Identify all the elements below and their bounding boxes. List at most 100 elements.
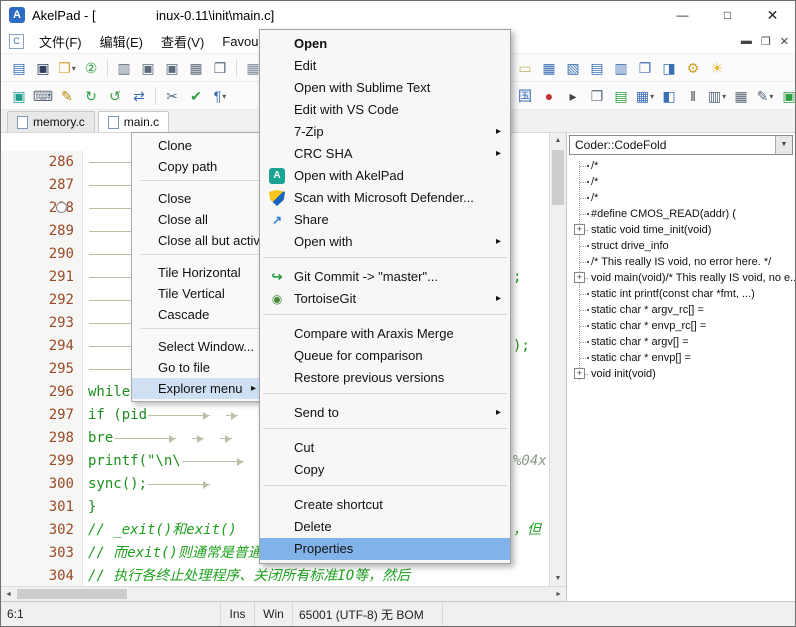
window-menu-item[interactable]: Close xyxy=(132,188,263,209)
explorer-menu-item[interactable]: CRC SHA ▸ xyxy=(260,143,510,165)
expand-plus-icon[interactable]: + xyxy=(574,272,585,283)
edit-table-icon[interactable]: ▧ xyxy=(561,56,585,80)
draw-icon[interactable]: ✎ ▾ xyxy=(753,84,777,108)
codefold-item[interactable]: struct drive_info xyxy=(567,238,795,254)
menu-item[interactable]: 编辑(E) xyxy=(91,29,152,53)
explorer-menu-item[interactable]: Open xyxy=(260,33,510,55)
expand-plus-icon[interactable]: + xyxy=(574,368,585,379)
explorer-menu-item[interactable]: Open with ▸ xyxy=(260,231,510,253)
play-macro-icon[interactable]: ▸ xyxy=(561,84,585,108)
codefold-item[interactable]: static char * argv_rc[] = xyxy=(567,302,795,318)
codefold-item[interactable]: /* xyxy=(567,158,795,174)
window-menu-item[interactable]: Tile Vertical xyxy=(132,283,263,304)
save-as-icon[interactable]: ▣ xyxy=(136,56,160,80)
document-tab[interactable]: memory.c xyxy=(7,111,95,132)
window-menu-item[interactable]: Close all but active xyxy=(132,230,263,251)
watch-refresh-icon[interactable]: ↻ xyxy=(79,84,103,108)
log-panel-icon[interactable]: ▤ xyxy=(609,84,633,108)
explorer-menu-item[interactable]: Delete xyxy=(260,516,510,538)
codefold-item[interactable]: static char * envp_rc[] = xyxy=(567,318,795,334)
codefold-item[interactable]: + void main(void)/* This really IS void,… xyxy=(567,270,795,286)
next-window-icon[interactable]: ◨ xyxy=(657,56,681,80)
window-menu-item[interactable]: Close all xyxy=(132,209,263,230)
open-folder-icon[interactable]: ❒ ▾ xyxy=(55,56,79,80)
fonts-icon[interactable]: ▭ xyxy=(513,56,537,80)
scroll-up-icon[interactable]: ▲ xyxy=(550,133,566,148)
save-copy-icon[interactable]: ▦ xyxy=(184,56,208,80)
print-icon[interactable]: ▥ xyxy=(112,56,136,80)
vertical-scrollbar[interactable]: ▲ ▼ xyxy=(549,133,566,586)
horizontal-scrollbar[interactable]: ◄ ► xyxy=(1,586,566,601)
explorer-menu-item[interactable]: Send to ▸ xyxy=(260,402,510,424)
document-tab[interactable]: main.c xyxy=(98,111,169,132)
explorer-menu-item[interactable]: Open with AkelPad xyxy=(260,165,510,187)
swap-icon[interactable]: ⇄ xyxy=(127,84,151,108)
window-menu-item[interactable]: Cascade xyxy=(132,304,263,325)
child-close-icon[interactable]: ✕ xyxy=(780,35,789,48)
codefold-item[interactable]: + static void time_init(void) xyxy=(567,222,795,238)
table-icon[interactable]: ▦ xyxy=(537,56,561,80)
paragraph-icon[interactable]: ¶ ▾ xyxy=(208,84,232,108)
dropdown-arrow-icon[interactable]: ▾ xyxy=(650,92,654,101)
record-macro-icon[interactable]: ● xyxy=(537,84,561,108)
explorer-panel-icon[interactable]: ◧ xyxy=(657,84,681,108)
plugins-icon[interactable]: ▣ xyxy=(7,84,31,108)
minimap-icon[interactable]: ▣ xyxy=(777,84,796,108)
encoding-icon[interactable]: 国 xyxy=(513,84,537,108)
highlight-pen-icon[interactable]: ✎ xyxy=(55,84,79,108)
window-menu-item[interactable]: Explorer menu ▸ xyxy=(132,378,263,399)
document-system-icon[interactable]: C xyxy=(9,34,24,49)
codefold-item[interactable]: /* xyxy=(567,174,795,190)
close-button[interactable]: ✕ xyxy=(750,1,795,29)
explorer-menu-item[interactable]: Scan with Microsoft Defender... xyxy=(260,187,510,209)
child-minimize-icon[interactable]: ▬ xyxy=(741,35,752,47)
explorer-menu-item[interactable]: Queue for comparison xyxy=(260,345,510,367)
explorer-menu-item[interactable]: Copy xyxy=(260,459,510,481)
explorer-menu-item[interactable]: Open with Sublime Text xyxy=(260,77,510,99)
dropdown-arrow-icon[interactable]: ▾ xyxy=(222,92,226,101)
tile-horizontal-icon[interactable]: ▤ xyxy=(585,56,609,80)
dropdown-arrow-icon[interactable]: ▾ xyxy=(72,64,76,73)
pause-icon[interactable]: ‖ xyxy=(681,84,705,108)
spellcheck-icon[interactable]: ✔ xyxy=(184,84,208,108)
scroll-right-icon[interactable]: ► xyxy=(555,587,562,601)
explorer-menu-item[interactable]: Edit with VS Code xyxy=(260,99,510,121)
explorer-menu-item[interactable]: Cut xyxy=(260,437,510,459)
codefold-item[interactable]: static char * argv[] = xyxy=(567,334,795,350)
horizontal-scroll-thumb[interactable] xyxy=(17,589,127,599)
explorer-menu-item[interactable]: 7-Zip ▸ xyxy=(260,121,510,143)
settings-gear-icon[interactable]: ⚙ xyxy=(681,56,705,80)
menu-item[interactable]: 查看(V) xyxy=(152,29,213,53)
scroll-left-icon[interactable]: ◄ xyxy=(5,587,12,601)
menu-item[interactable]: 文件(F) xyxy=(30,29,91,53)
explorer-menu-item[interactable]: Git Commit -> "master"... xyxy=(260,266,510,288)
open-blank-icon[interactable]: ▣ xyxy=(31,56,55,80)
child-restore-icon[interactable]: ❐ xyxy=(761,35,771,48)
save-all-icon[interactable]: ❒ xyxy=(208,56,232,80)
tile-vertical-icon[interactable]: ▥ xyxy=(609,56,633,80)
vertical-scroll-thumb[interactable] xyxy=(552,150,564,205)
explorer-menu-item[interactable]: Create shortcut xyxy=(260,494,510,516)
charmap2-icon[interactable]: ▦ xyxy=(729,84,753,108)
expand-plus-icon[interactable]: + xyxy=(574,224,585,235)
dropdown-arrow-icon[interactable]: ▾ xyxy=(769,92,773,101)
reopen-session-icon[interactable]: ② xyxy=(79,56,103,80)
codefold-item[interactable]: #define CMOS_READ(addr) ( xyxy=(567,206,795,222)
codefold-item[interactable]: + void init(void) xyxy=(567,366,795,382)
window-menu-item[interactable]: Clone xyxy=(132,135,263,156)
explorer-menu-item[interactable]: Restore previous versions xyxy=(260,367,510,389)
window-menu-item[interactable]: Go to file xyxy=(132,357,263,378)
cascade-icon[interactable]: ❐ xyxy=(633,56,657,80)
columns-icon[interactable]: ▥ ▾ xyxy=(705,84,729,108)
codefold-item[interactable]: static int printf(const char *fmt, ...) xyxy=(567,286,795,302)
explorer-menu-item[interactable]: Share xyxy=(260,209,510,231)
templates-icon[interactable]: ▦ ▾ xyxy=(633,84,657,108)
scroll-down-icon[interactable]: ▼ xyxy=(550,571,566,586)
about-icon[interactable]: ☀ xyxy=(705,56,729,80)
maximize-button[interactable]: □ xyxy=(705,1,750,29)
reload-icon[interactable]: ↺ xyxy=(103,84,127,108)
new-file-icon[interactable]: ▤ xyxy=(7,56,31,80)
window-menu-item[interactable]: Select Window... xyxy=(132,336,263,357)
dropdown-arrow-icon[interactable]: ▾ xyxy=(722,92,726,101)
window-menu-item[interactable]: Copy path xyxy=(132,156,263,177)
